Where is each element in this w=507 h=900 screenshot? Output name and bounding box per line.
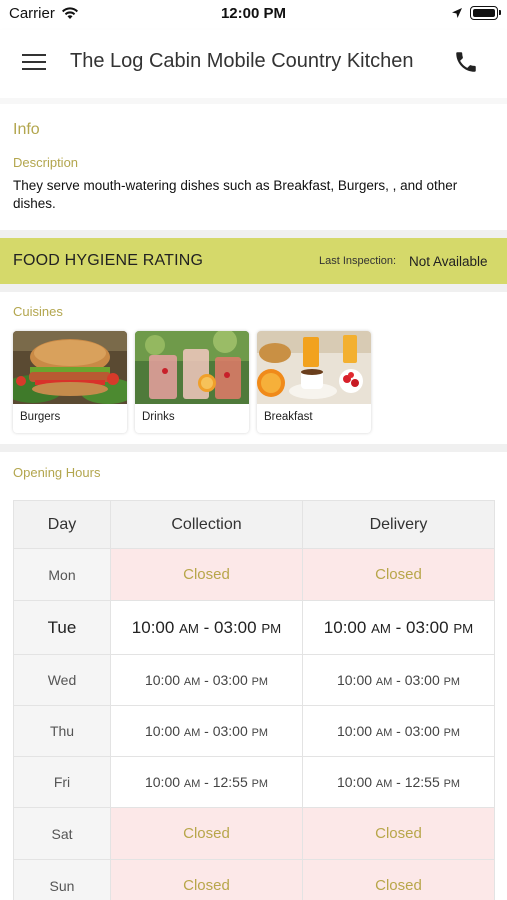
cuisine-card-burgers[interactable]: Burgers	[13, 331, 127, 433]
delivery-cell: 10:00 AM - 12:55 PM	[302, 756, 495, 808]
day-cell: Mon	[13, 548, 111, 601]
column-header-delivery: Delivery	[302, 500, 495, 549]
divider	[0, 444, 507, 452]
day-cell: Sun	[13, 859, 111, 900]
delivery-cell: 10:00 AM - 03:00 PM	[302, 600, 495, 655]
table-row: Mon Closed Closed	[13, 548, 495, 601]
status-bar: Carrier 12:00 PM	[0, 0, 507, 30]
hygiene-title: FOOD HYGIENE RATING	[13, 252, 204, 269]
day-cell: Thu	[13, 705, 111, 757]
day-cell: Fri	[13, 756, 111, 808]
delivery-cell: Closed	[302, 859, 495, 900]
clock: 12:00 PM	[220, 5, 287, 22]
table-row: Sun Closed Closed	[13, 859, 495, 900]
collection-cell: 10:00 AM - 12:55 PM	[110, 756, 303, 808]
cuisines-label: Cuisines	[13, 304, 63, 319]
table-row: Sat Closed Closed	[13, 807, 495, 860]
cuisine-label: Breakfast	[264, 411, 313, 423]
collection-cell: Closed	[110, 548, 303, 601]
table-row: Tue 10:00 AM - 03:00 PM 10:00 AM - 03:00…	[13, 600, 495, 655]
cuisine-card-drinks[interactable]: Drinks	[135, 331, 249, 433]
breakfast-image	[257, 331, 371, 404]
description-label: Description	[13, 155, 79, 170]
delivery-cell: 10:00 AM - 03:00 PM	[302, 705, 495, 757]
location-arrow-icon	[452, 8, 462, 18]
info-heading: Info	[13, 121, 40, 138]
collection-cell: 10:00 AM - 03:00 PM	[110, 600, 303, 655]
delivery-cell: 10:00 AM - 03:00 PM	[302, 654, 495, 706]
cuisine-label: Burgers	[20, 411, 61, 423]
delivery-cell: Closed	[302, 807, 495, 860]
table-row: Wed 10:00 AM - 03:00 PM 10:00 AM - 03:00…	[13, 654, 495, 706]
opening-hours-label: Opening Hours	[13, 465, 101, 480]
column-header-day: Day	[13, 500, 111, 549]
hamburger-menu-icon[interactable]	[22, 52, 48, 72]
day-cell: Wed	[13, 654, 111, 706]
cuisine-label: Drinks	[142, 411, 175, 423]
burger-image	[13, 331, 127, 404]
divider	[0, 284, 507, 292]
collection-cell: 10:00 AM - 03:00 PM	[110, 705, 303, 757]
day-cell: Sat	[13, 807, 111, 860]
opening-hours-table: Day Collection Delivery Mon Closed Close…	[13, 500, 495, 900]
divider	[0, 98, 507, 104]
collection-cell: Closed	[110, 859, 303, 900]
page-title: The Log Cabin Mobile Country Kitchen	[70, 50, 414, 72]
cuisine-card-breakfast[interactable]: Breakfast	[257, 331, 371, 433]
last-inspection-label: Last Inspection:	[319, 255, 397, 267]
last-inspection-value: Not Available	[409, 254, 488, 269]
column-header-collection: Collection	[110, 500, 303, 549]
table-row: Thu 10:00 AM - 03:00 PM 10:00 AM - 03:00…	[13, 705, 495, 757]
drinks-image	[135, 331, 249, 404]
delivery-cell: Closed	[302, 548, 495, 601]
divider	[0, 230, 507, 238]
day-cell: Tue	[13, 600, 111, 655]
table-row: Fri 10:00 AM - 12:55 PM 10:00 AM - 12:55…	[13, 756, 495, 808]
table-header-row: Day Collection Delivery	[13, 500, 495, 549]
food-hygiene-rating-bar: FOOD HYGIENE RATING Last Inspection: Not…	[0, 238, 507, 284]
phone-icon[interactable]	[453, 49, 479, 75]
battery-icon	[470, 6, 501, 20]
description-text: They serve mouth-watering dishes such as…	[13, 178, 458, 211]
app-header: The Log Cabin Mobile Country Kitchen	[0, 30, 507, 98]
collection-cell: Closed	[110, 807, 303, 860]
collection-cell: 10:00 AM - 03:00 PM	[110, 654, 303, 706]
